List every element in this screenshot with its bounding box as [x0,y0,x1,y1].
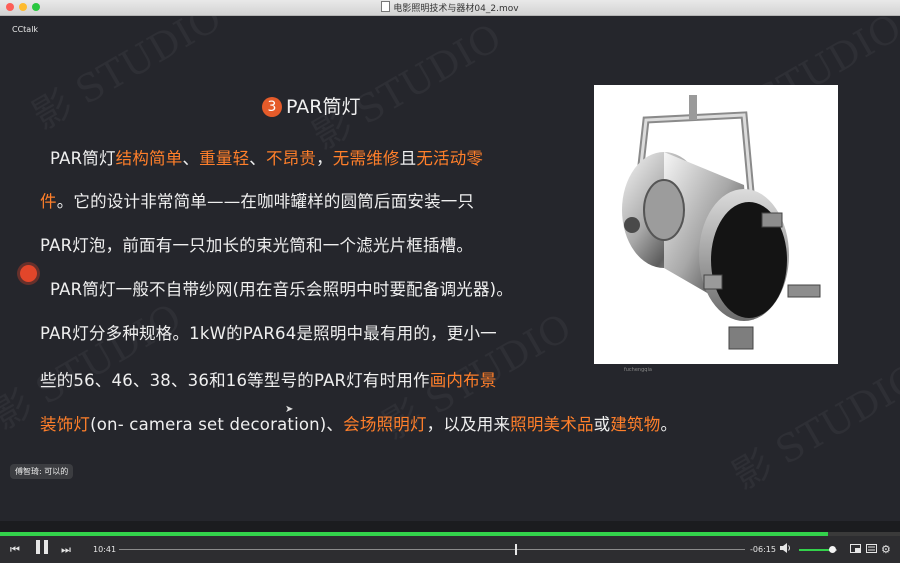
window-title-text: 电影照明技术与器材04_2.mov [393,4,519,14]
remaining-time: -06:15 [750,545,776,554]
slide-text-line: 些的56、46、38、36和16等型号的PAR灯有时用作画内布景 [40,367,497,391]
slide-title-text: PAR筒灯 [286,96,361,118]
player-controls: ⏮ ⏭ 10:41 -06:15 ⚙ [0,536,900,563]
watermark: 影 STUDIO [720,347,900,500]
highlighted-term: 建筑物 [610,415,661,434]
slide-text-segment: 且 [399,149,417,168]
slide-text-segment: (on- camera set decoration)、 [90,415,344,434]
highlighted-term: 无活动零 [416,149,484,168]
slide-text-segment: ，以及用来 [426,415,511,434]
slide-text-line: PAR灯泡，前面有一只加长的束光筒和一个滤光片框插槽。 [40,232,473,256]
slide-text-segment: 。 [660,415,678,434]
slide-title: 3 PAR筒灯 [262,92,360,119]
laser-pointer-dot [20,265,37,282]
fast-forward-icon[interactable]: ⏭ [61,536,71,563]
playlist-icon[interactable] [866,536,877,563]
highlighted-term: 结构简单 [115,149,183,168]
highlighted-term: 会场照明灯 [343,415,427,434]
slide-text-segment: PAR筒灯 [50,149,116,168]
highlighted-term: 件 [40,192,57,211]
slide-text-line: PAR灯分多种规格。1kW的PAR64是照明中最有用的，更小一 [40,320,497,344]
window-titlebar: 电影照明技术与器材04_2.mov [0,0,900,16]
seek-bar[interactable] [119,544,745,555]
file-icon [381,1,391,12]
mouse-cursor-icon: ➤ [285,404,294,415]
image-caption: fuchengqia [624,367,652,373]
volume-fill [799,549,833,551]
volume-slider[interactable] [799,546,837,553]
par-can-light-photo [594,85,838,364]
slide-text-line: PAR筒灯一般不自带纱网(用在音乐会照明中时要配备调光器)。 [50,276,513,300]
chat-message: 傅智琦: 可以的 [10,464,74,479]
highlighted-term: 画内布景 [429,371,497,390]
slide-text-segment: ， [316,149,333,168]
slide-number-badge: 3 [262,97,282,117]
highlighted-term: 装饰灯 [40,415,91,434]
slide-text-segment: 。它的设计非常简单——在咖啡罐样的圆筒后面安装一只 [56,192,475,211]
seek-handle[interactable] [514,544,517,555]
settings-icon[interactable]: ⚙ [881,536,891,563]
volume-icon[interactable] [780,536,791,563]
highlighted-term: 重量轻 [199,149,250,168]
slide-text-segment: 、 [249,149,266,168]
rewind-icon[interactable]: ⏮ [10,536,20,563]
slide-text-line: 装饰灯(on- camera set decoration)、会场照明灯，以及用… [40,411,677,435]
slide-text-segment: 些的56、46、38、36和16等型号的PAR灯有时用作 [40,371,430,390]
highlighted-term: 不昂贵 [265,149,317,168]
slide-text-segment: PAR灯分多种规格。1kW的PAR64是照明中最有用的，更小一 [40,324,497,343]
slide-text-segment: PAR灯泡，前面有一只加长的束光筒和一个滤光片框插槽。 [40,236,474,255]
par-can-light-illustration [622,95,821,350]
pip-icon[interactable] [850,536,861,563]
slide-text-segment: 或 [593,415,611,434]
highlighted-term: 无需维修 [332,149,400,168]
slide-text-segment: PAR筒灯一般不自带纱网(用在音乐会照明中时要配备调光器)。 [50,280,514,299]
elapsed-time: 10:41 [93,545,117,554]
brand-label: CCtalk [12,25,39,34]
watermark: 影 STUDIO [300,16,509,160]
window-title: 电影照明技术与器材04_2.mov [0,1,900,16]
slide-text-line: 件。它的设计非常简单——在咖啡罐样的圆筒后面安装一只 [40,188,474,212]
video-frame[interactable]: 影 STUDIO 影 STUDIO 影 STUDIO 影 STUDIO 影 ST… [0,16,900,521]
slide-text-line: PAR筒灯结构简单、重量轻、不昂贵，无需维修且无活动零 [50,145,483,169]
slide-text-segment: 、 [182,149,200,168]
watermark: 影 STUDIO [20,16,229,140]
pause-icon[interactable] [35,536,49,563]
volume-handle[interactable] [829,546,837,553]
highlighted-term: 照明美术品 [510,415,594,434]
